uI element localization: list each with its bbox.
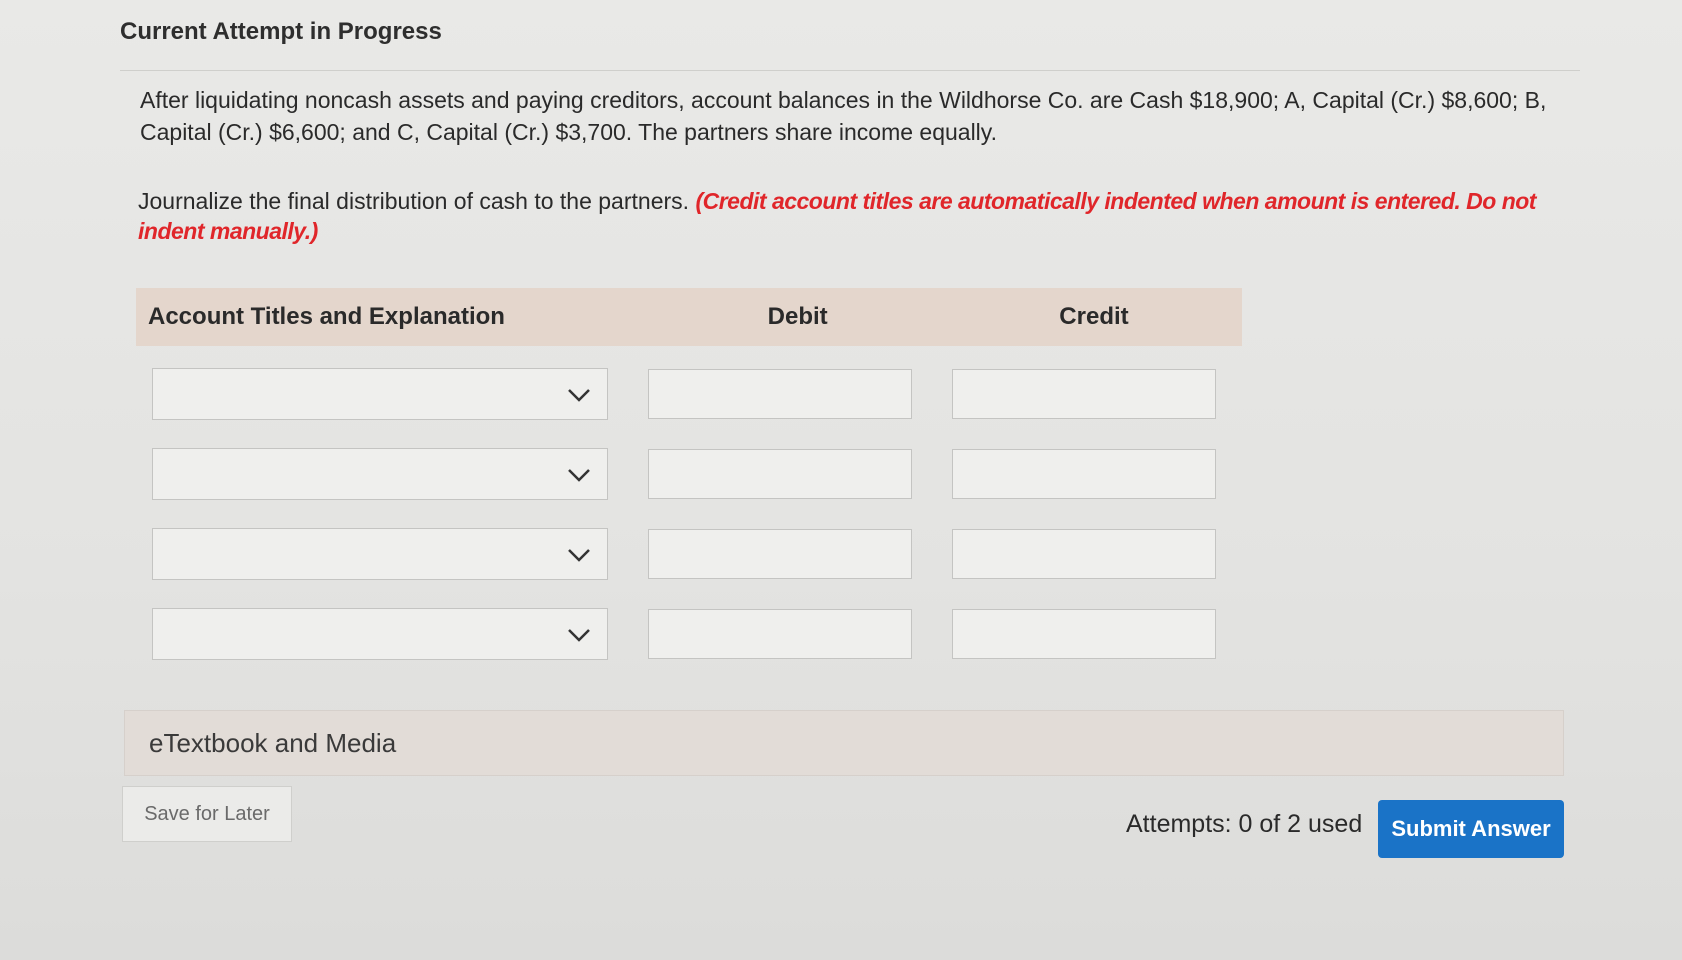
problem-statement: After liquidating noncash assets and pay… (140, 87, 1547, 145)
credit-input[interactable] (952, 449, 1216, 499)
column-header-credit: Credit (1059, 303, 1129, 330)
instructions: Journalize the final distribution of cas… (138, 186, 1578, 246)
heading-divider (120, 70, 1580, 71)
account-title-select[interactable] (152, 368, 608, 420)
debit-input[interactable] (648, 449, 912, 499)
attempts-counter: Attempts: 0 of 2 used (1126, 810, 1363, 838)
journal-rows (136, 354, 1242, 674)
debit-input[interactable] (648, 529, 912, 579)
journal-row (136, 434, 1242, 514)
debit-input[interactable] (648, 369, 912, 419)
journal-row (136, 354, 1242, 434)
save-for-later-button[interactable]: Save for Later (122, 786, 292, 842)
credit-input[interactable] (952, 529, 1216, 579)
journal-header: Account Titles and Explanation Debit Cre… (136, 288, 1242, 346)
debit-input[interactable] (648, 609, 912, 659)
journal-row (136, 514, 1242, 594)
journal-row (136, 594, 1242, 674)
account-title-select[interactable] (152, 448, 608, 500)
credit-input[interactable] (952, 609, 1216, 659)
chevron-down-icon[interactable] (565, 381, 593, 409)
etextbook-media-link[interactable]: eTextbook and Media (124, 710, 1564, 776)
credit-input[interactable] (952, 369, 1216, 419)
instructions-text: Journalize the final distribution of cas… (138, 188, 696, 214)
column-header-account: Account Titles and Explanation (148, 303, 505, 330)
chevron-down-icon[interactable] (565, 461, 593, 489)
account-title-select[interactable] (152, 528, 608, 580)
journal-entry-table: Account Titles and Explanation Debit Cre… (136, 288, 1242, 674)
submit-answer-button[interactable]: Submit Answer (1378, 800, 1564, 858)
page-heading: Current Attempt in Progress (120, 18, 442, 45)
account-title-select[interactable] (152, 608, 608, 660)
column-header-debit: Debit (767, 303, 828, 330)
chevron-down-icon[interactable] (565, 621, 593, 649)
chevron-down-icon[interactable] (565, 541, 593, 569)
